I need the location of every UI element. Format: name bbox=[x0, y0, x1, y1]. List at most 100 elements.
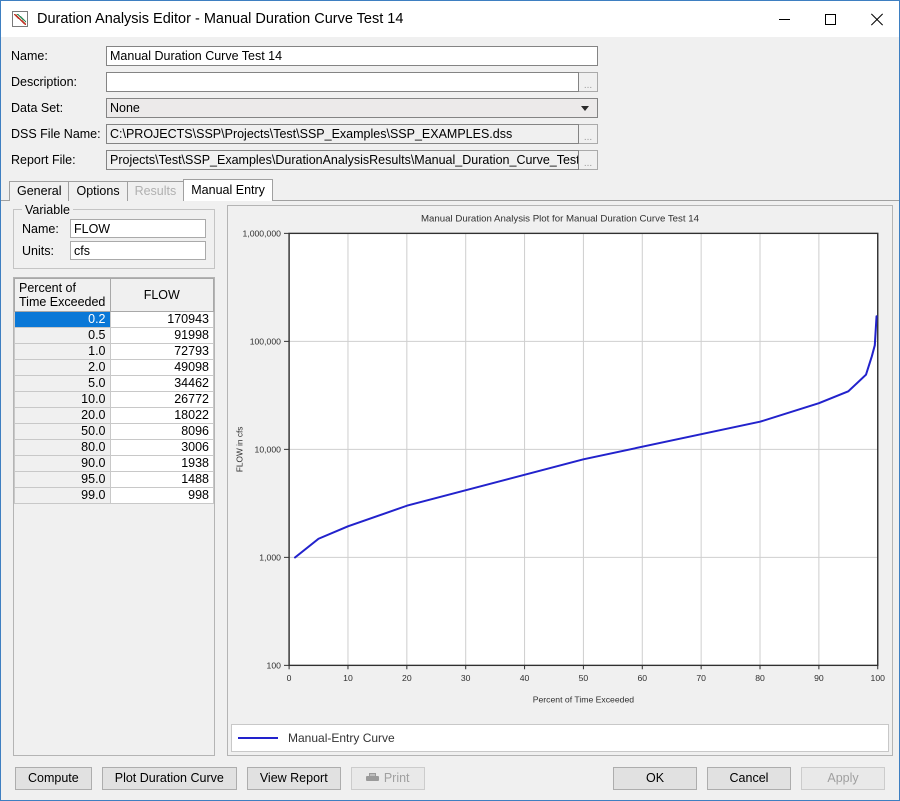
y-tick-label: 100,000 bbox=[250, 336, 282, 346]
cell-flow[interactable]: 3006 bbox=[109, 439, 214, 456]
x-tick-label: 100 bbox=[871, 673, 886, 683]
cell-flow[interactable]: 72793 bbox=[109, 343, 214, 360]
table-row[interactable]: 90.0 1938 bbox=[14, 455, 214, 472]
table-row[interactable]: 10.0 26772 bbox=[14, 391, 214, 408]
cell-percent[interactable]: 0.5 bbox=[14, 327, 111, 344]
minimize-button[interactable] bbox=[761, 1, 807, 37]
report-file-row: Report File: Projects\Test\SSP_Examples\… bbox=[11, 147, 889, 173]
dss-file-input[interactable]: C:\PROJECTS\SSP\Projects\Test\SSP_Exampl… bbox=[106, 124, 579, 144]
table-row[interactable]: 5.0 34462 bbox=[14, 375, 214, 392]
variable-name-input[interactable] bbox=[70, 219, 206, 238]
cell-flow[interactable]: 998 bbox=[109, 487, 214, 504]
left-panel: Variable Name: Units: Percent of bbox=[7, 203, 221, 756]
cell-percent[interactable]: 5.0 bbox=[14, 375, 111, 392]
cell-flow[interactable]: 18022 bbox=[109, 407, 214, 424]
tab-options[interactable]: Options bbox=[68, 181, 128, 201]
report-file-browse-button[interactable]: ... bbox=[579, 150, 598, 170]
column-header-percent-line1: Percent of bbox=[19, 281, 76, 295]
chart-panel: Manual Duration Analysis Plot for Manual… bbox=[227, 205, 893, 756]
header-form: Name: Description: ... Data Set: None DS… bbox=[1, 37, 899, 173]
tab-general[interactable]: General bbox=[9, 181, 70, 201]
close-icon bbox=[870, 13, 883, 26]
variable-units-input[interactable] bbox=[70, 241, 206, 260]
dataset-label: Data Set: bbox=[11, 101, 64, 115]
cell-percent[interactable]: 20.0 bbox=[14, 407, 111, 424]
cell-percent[interactable]: 80.0 bbox=[14, 439, 111, 456]
cell-percent[interactable]: 10.0 bbox=[14, 391, 111, 408]
description-browse-button[interactable]: ... bbox=[579, 72, 598, 92]
cell-flow[interactable]: 26772 bbox=[109, 391, 214, 408]
x-tick-label: 40 bbox=[520, 673, 530, 683]
x-tick-label: 30 bbox=[461, 673, 471, 683]
cell-percent[interactable]: 95.0 bbox=[14, 471, 111, 488]
duration-table: Percent of Time Exceeded FLOW 0.2 170943 0… bbox=[14, 278, 214, 504]
chart-title: Manual Duration Analysis Plot for Manual… bbox=[421, 214, 699, 225]
cell-flow[interactable]: 34462 bbox=[109, 375, 214, 392]
cell-flow[interactable]: 49098 bbox=[109, 359, 214, 376]
table-row[interactable]: 1.0 72793 bbox=[14, 343, 214, 360]
cancel-button[interactable]: Cancel bbox=[707, 766, 791, 790]
y-tick-label: 10,000 bbox=[255, 444, 282, 454]
dialog-button-bar: Compute Plot Duration Curve View Report … bbox=[1, 756, 899, 800]
maximize-icon bbox=[824, 13, 836, 25]
chevron-down-icon bbox=[581, 105, 590, 111]
cell-percent[interactable]: 2.0 bbox=[14, 359, 111, 376]
cell-flow[interactable]: 1938 bbox=[109, 455, 214, 472]
name-label: Name: bbox=[11, 49, 48, 63]
column-header-flow[interactable]: FLOW bbox=[109, 278, 214, 312]
table-row[interactable]: 50.0 8096 bbox=[14, 423, 214, 440]
variable-group: Variable Name: Units: bbox=[13, 203, 215, 269]
table-header-row: Percent of Time Exceeded FLOW bbox=[14, 278, 214, 312]
cell-flow[interactable]: 170943 bbox=[109, 311, 214, 328]
cell-percent[interactable]: 0.2 bbox=[14, 311, 111, 328]
table-row[interactable]: 2.0 49098 bbox=[14, 359, 214, 376]
cell-flow[interactable]: 91998 bbox=[109, 327, 214, 344]
description-row: Description: ... bbox=[11, 69, 889, 95]
report-file-label: Report File: bbox=[11, 153, 76, 167]
report-file-field-wrap: Projects\Test\SSP_Examples\DurationAnaly… bbox=[106, 150, 598, 170]
tab-strip: General Options Results Manual Entry bbox=[1, 178, 899, 201]
x-tick-label: 70 bbox=[696, 673, 706, 683]
variable-units-label: Units: bbox=[22, 243, 54, 258]
table-row[interactable]: 80.0 3006 bbox=[14, 439, 214, 456]
plot-duration-curve-button[interactable]: Plot Duration Curve bbox=[101, 766, 237, 790]
print-button-label: Print bbox=[383, 771, 410, 785]
table-row[interactable]: 99.0 998 bbox=[14, 487, 214, 504]
dataset-select[interactable]: None bbox=[106, 98, 598, 118]
cell-flow[interactable]: 1488 bbox=[109, 471, 214, 488]
compute-button[interactable]: Compute bbox=[15, 766, 92, 790]
column-header-percent[interactable]: Percent of Time Exceeded bbox=[14, 278, 111, 312]
duration-table-shell[interactable]: Percent of Time Exceeded FLOW 0.2 170943 0… bbox=[13, 277, 215, 756]
duration-curve-chart[interactable]: Manual Duration Analysis Plot for Manual… bbox=[228, 206, 892, 724]
x-tick-label: 80 bbox=[755, 673, 765, 683]
minimize-icon bbox=[778, 18, 790, 20]
dataset-selected-value: None bbox=[110, 101, 140, 115]
column-header-percent-line2: Time Exceeded bbox=[19, 295, 106, 309]
dataset-row: Data Set: None bbox=[11, 95, 889, 121]
cell-flow[interactable]: 8096 bbox=[109, 423, 214, 440]
dss-file-browse-button[interactable]: ... bbox=[579, 124, 598, 144]
x-tick-label: 90 bbox=[814, 673, 824, 683]
y-tick-label: 1,000,000 bbox=[243, 228, 282, 238]
tab-manual-entry[interactable]: Manual Entry bbox=[183, 179, 273, 201]
x-tick-label: 0 bbox=[287, 673, 292, 683]
variable-name-row: Name: bbox=[22, 219, 206, 238]
description-input[interactable] bbox=[106, 72, 579, 92]
table-row[interactable]: 20.0 18022 bbox=[14, 407, 214, 424]
report-file-input[interactable]: Projects\Test\SSP_Examples\DurationAnaly… bbox=[106, 150, 579, 170]
name-input[interactable] bbox=[106, 46, 598, 66]
close-button[interactable] bbox=[853, 1, 899, 37]
view-report-button[interactable]: View Report bbox=[246, 766, 341, 790]
cell-percent[interactable]: 99.0 bbox=[14, 487, 111, 504]
maximize-button[interactable] bbox=[807, 1, 853, 37]
tab-content-manual-entry: Variable Name: Units: Percent of bbox=[1, 201, 899, 756]
table-row[interactable]: 0.2 170943 bbox=[14, 311, 214, 328]
cell-percent[interactable]: 50.0 bbox=[14, 423, 111, 440]
cell-percent[interactable]: 1.0 bbox=[14, 343, 111, 360]
legend-series-label: Manual-Entry Curve bbox=[288, 731, 395, 745]
table-row[interactable]: 0.5 91998 bbox=[14, 327, 214, 344]
table-row[interactable]: 95.0 1488 bbox=[14, 471, 214, 488]
ok-button[interactable]: OK bbox=[613, 766, 697, 790]
chart-document-icon bbox=[12, 11, 28, 27]
cell-percent[interactable]: 90.0 bbox=[14, 455, 111, 472]
